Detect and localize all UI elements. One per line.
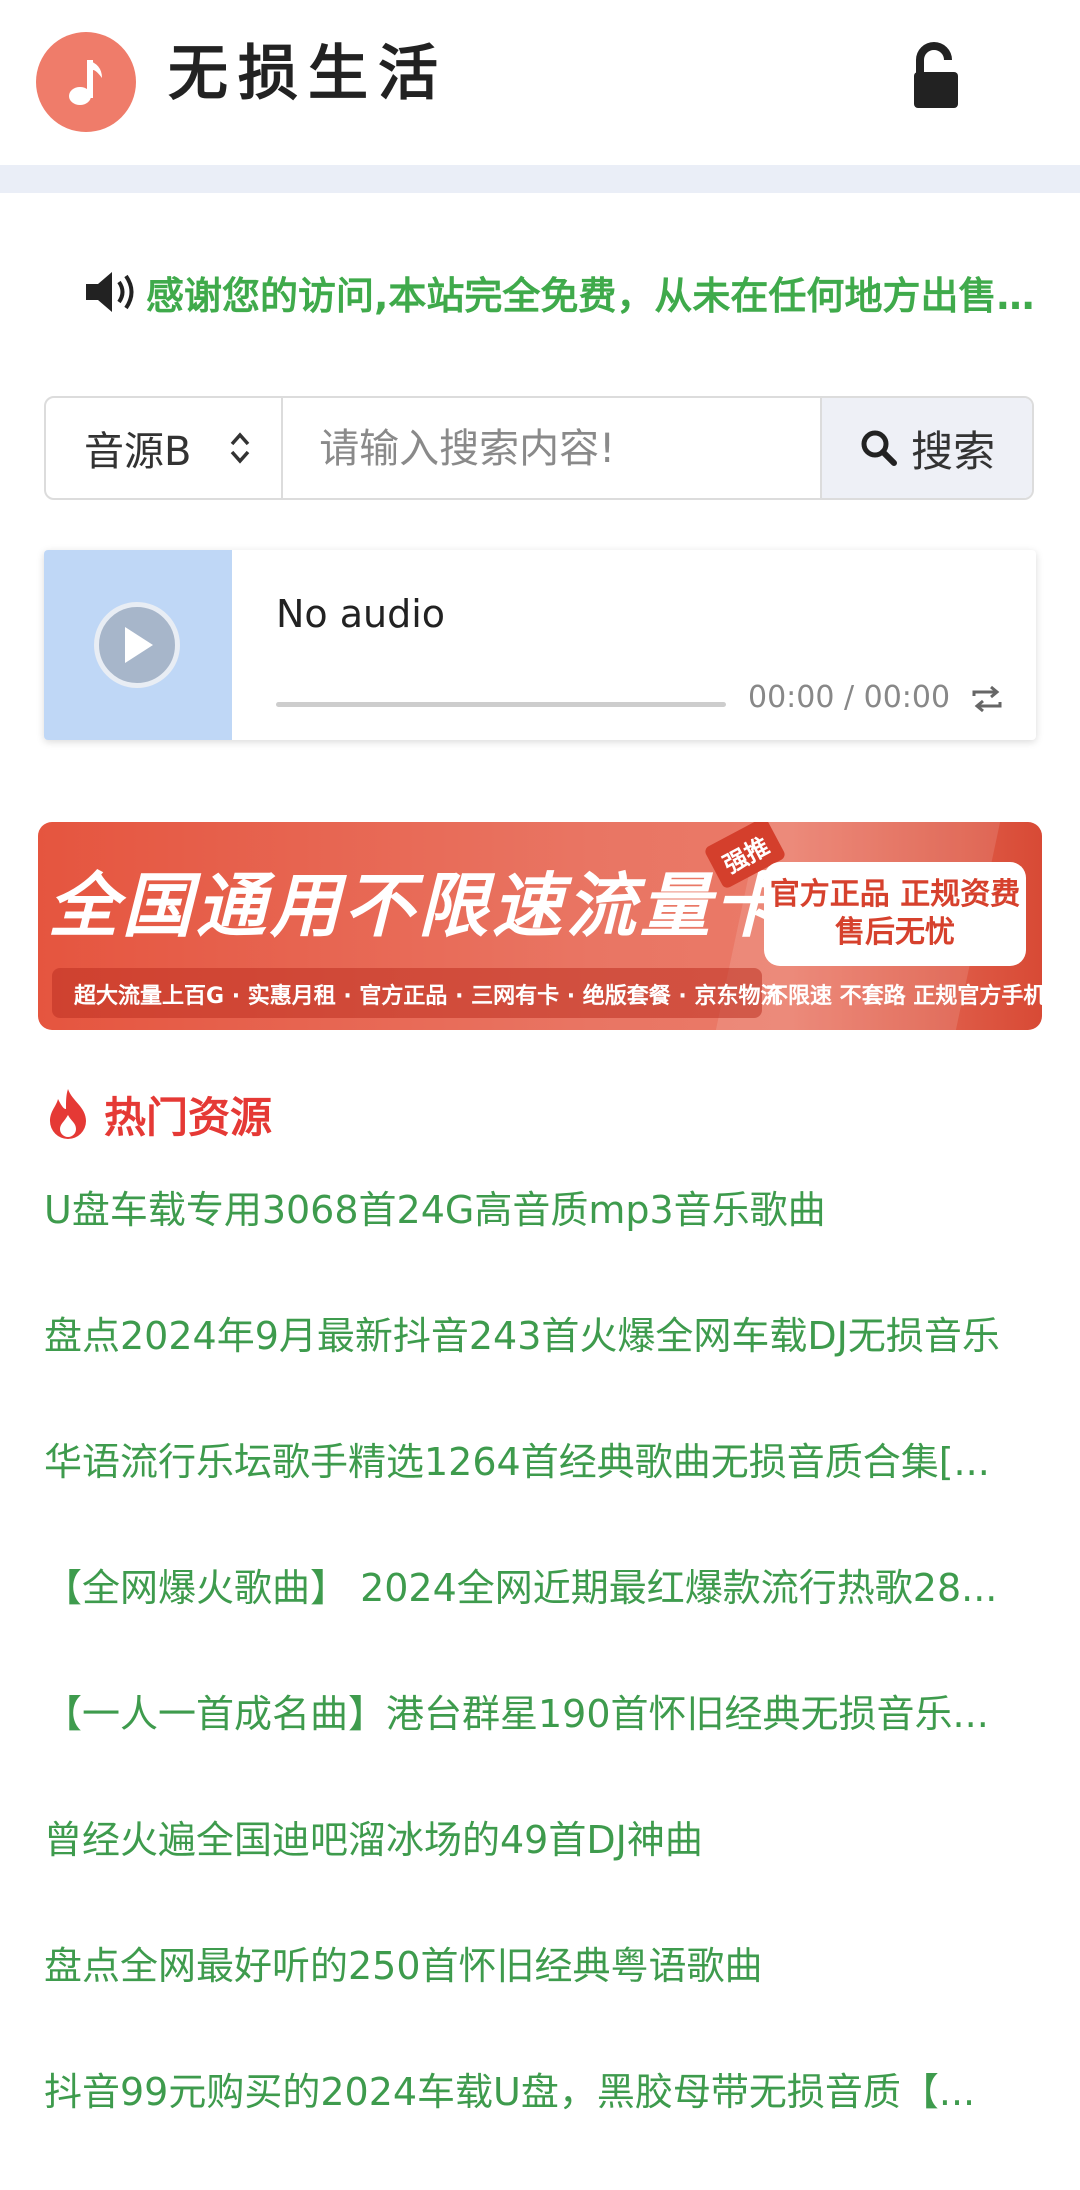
player-cover (44, 550, 232, 740)
hot-list: U盘车载专用3068首24G高音质mp3音乐歌曲 盘点2024年9月最新抖音24… (44, 1182, 1034, 2190)
header-divider (0, 165, 1080, 193)
player-time: 00:00 / 00:00 (748, 680, 951, 715)
hot-item[interactable]: 【一人一首成名曲】港台群星190首怀旧经典无损音乐... (44, 1686, 1034, 1812)
hot-item[interactable]: 盘点2024年9月最新抖音243首火爆全网车载DJ无损音乐 (44, 1308, 1034, 1434)
loop-icon[interactable] (970, 682, 1004, 716)
ad-pill: 官方正品 正规资费 售后无忧 (764, 862, 1026, 966)
hot-header: 热门资源 (46, 1084, 272, 1144)
player-title: No audio (276, 592, 446, 636)
ad-banner[interactable]: 全国通用不限速流量卡 强推 官方正品 正规资费 售后无忧 超大流量上百G · 实… (38, 822, 1042, 1030)
select-arrows-icon (230, 432, 250, 464)
notice-marquee: 感谢您的访问,本站完全免费，从未在任何地方出售本站资源 (82, 262, 1052, 322)
ad-headline: 全国通用不限速流量卡 (48, 865, 788, 947)
site-title[interactable]: 无损生活 (168, 34, 448, 114)
search-button-label: 搜索 (911, 426, 996, 476)
search-input[interactable] (283, 398, 821, 498)
unlock-icon[interactable] (906, 40, 966, 112)
fire-icon (50, 1089, 86, 1139)
audio-player: No audio 00:00 / 00:00 (44, 550, 1036, 740)
hot-item[interactable]: 抖音99元购买的2024车载U盘，黑胶母带无损音质【... (44, 2064, 1034, 2190)
hot-item[interactable]: 华语流行乐坛歌手精选1264首经典歌曲无损音质合集[... (44, 1434, 1034, 1560)
hot-item[interactable]: 【全网爆火歌曲】 2024全网近期最红爆款流行热歌28... (44, 1560, 1034, 1686)
hot-title: 热门资源 (104, 1092, 273, 1142)
ad-pill-line2: 售后无忧 (834, 915, 955, 950)
hot-item[interactable]: 盘点全网最好听的250首怀旧经典粤语歌曲 (44, 1938, 1034, 2064)
search-bar: 音源B 搜索 (44, 396, 1034, 500)
music-note-icon (69, 60, 102, 105)
progress-bar[interactable] (276, 702, 726, 707)
speaker-icon (86, 272, 134, 312)
site-logo[interactable] (36, 32, 136, 132)
ad-pill-line1: 官方正品 正规资费 (769, 877, 1021, 912)
notice-text: 感谢您的访问,本站完全免费，从未在任何地方出售本站资源 (146, 273, 1052, 318)
header: 无损生活 (0, 0, 1080, 165)
source-select[interactable]: 音源B (46, 398, 284, 498)
source-select-value: 音源B (84, 429, 192, 475)
play-icon (125, 627, 153, 663)
play-button[interactable] (94, 602, 180, 688)
hot-item[interactable]: 曾经火遍全国迪吧溜冰场的49首DJ神曲 (44, 1812, 1034, 1938)
search-icon (861, 430, 898, 466)
ad-subline: 超大流量上百G · 实惠月租 · 官方正品 · 三网有卡 · 绝版套餐 · 京东… (74, 984, 783, 1009)
ad-subright: 不限速 不套路 正规官方手机卡 (766, 984, 1042, 1009)
search-button[interactable]: 搜索 (820, 398, 1032, 498)
hot-item[interactable]: U盘车载专用3068首24G高音质mp3音乐歌曲 (44, 1182, 1034, 1308)
